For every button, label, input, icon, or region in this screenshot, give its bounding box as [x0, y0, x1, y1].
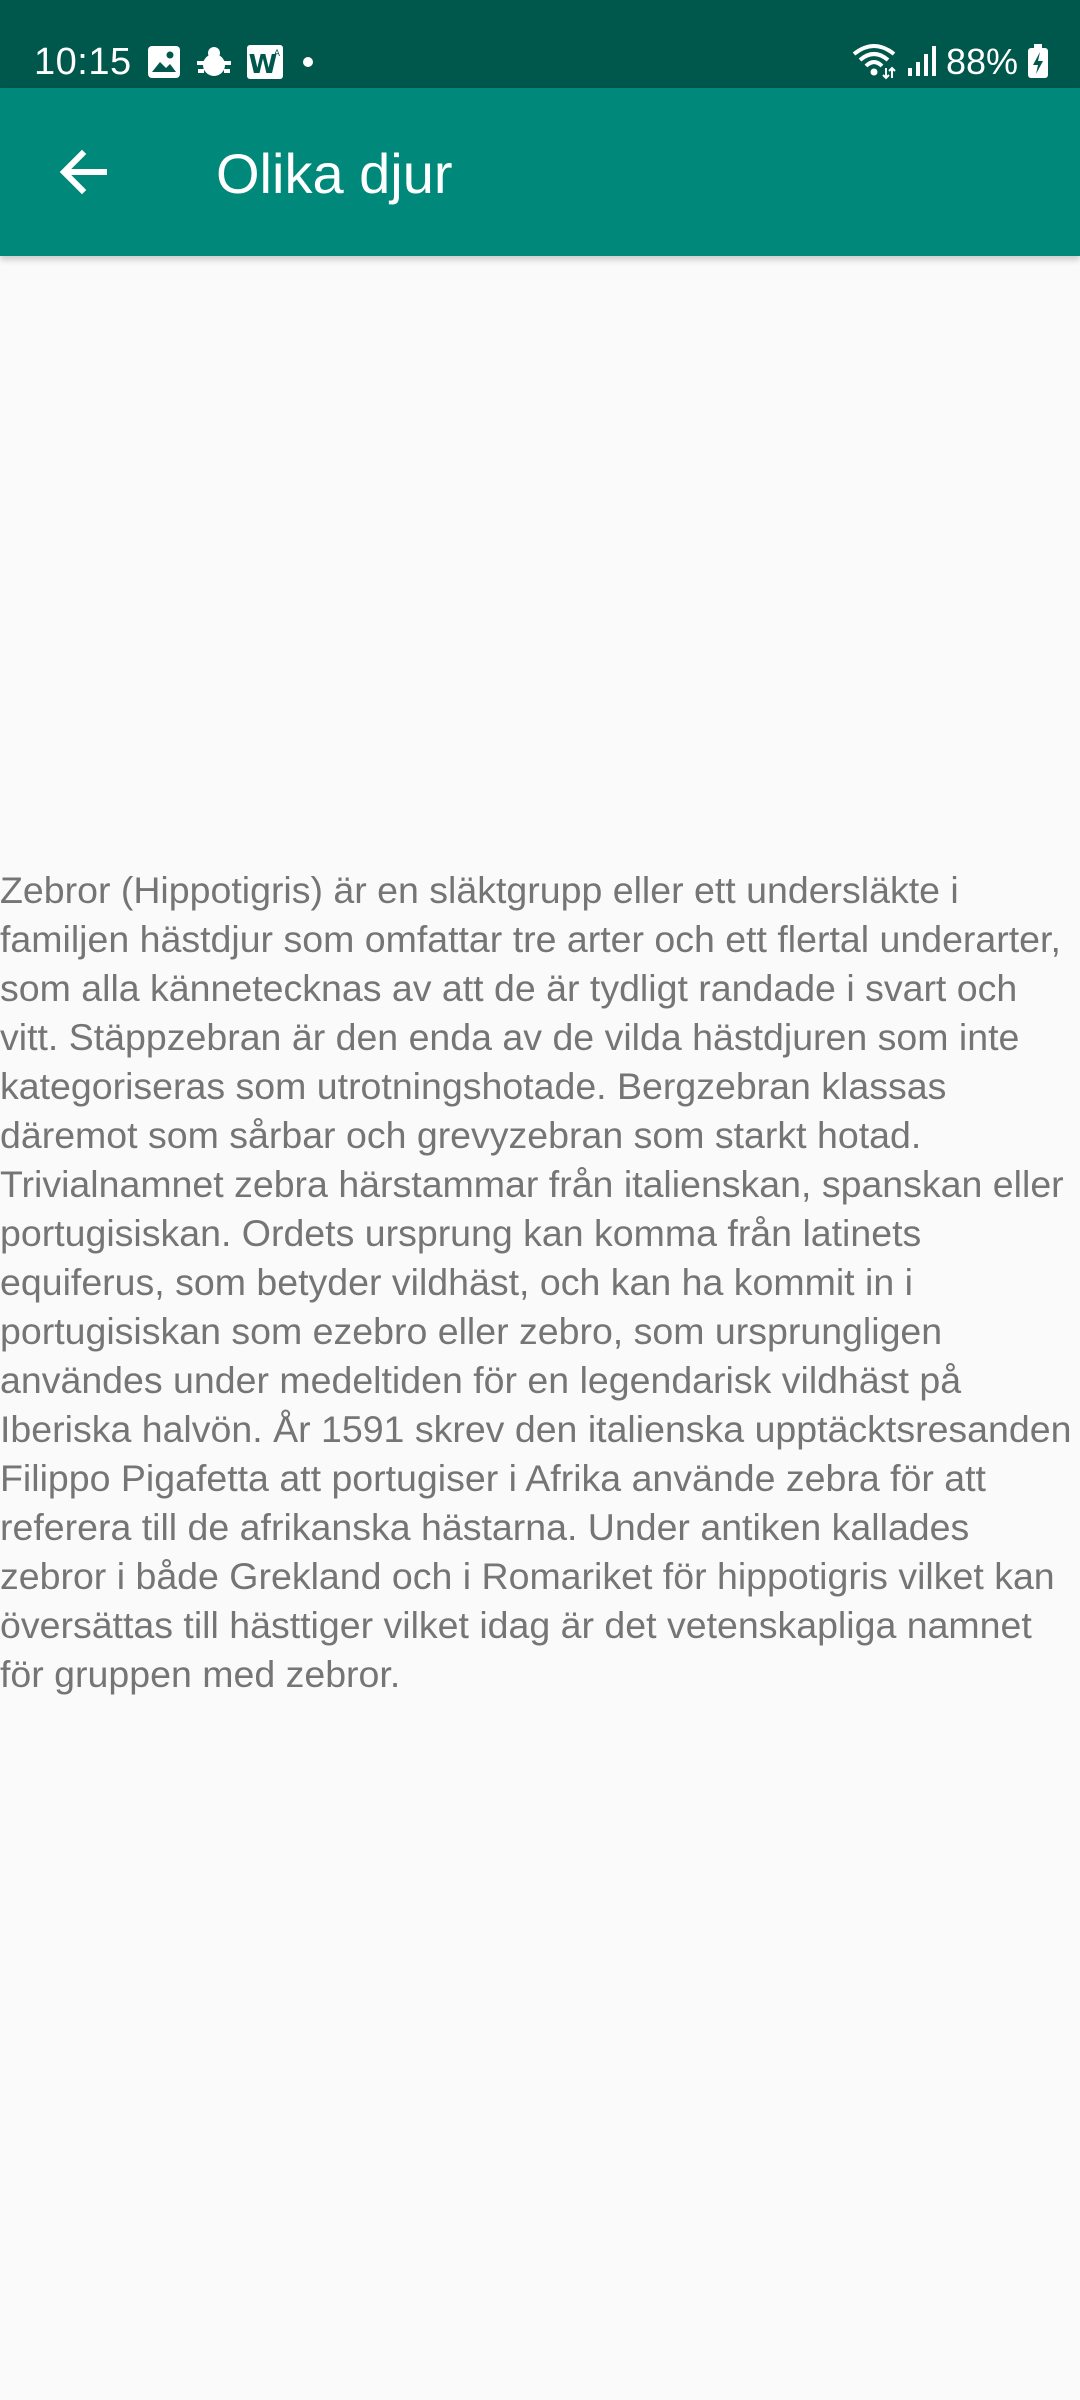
battery-percentage: 88%	[945, 41, 1018, 82]
signal-icon	[906, 40, 938, 85]
image-icon	[146, 44, 182, 80]
back-button[interactable]	[44, 124, 124, 220]
wifi-icon	[850, 40, 898, 85]
status-bar: 10:15 W A 88%	[0, 0, 1080, 88]
bug-icon	[194, 44, 234, 80]
app-bar	[0, 88, 1080, 256]
status-notification-icons: W A	[146, 42, 320, 82]
dot-icon	[296, 44, 320, 80]
svg-text:A: A	[274, 49, 281, 59]
arrow-left-icon	[59, 149, 107, 195]
battery-charging-icon	[1026, 40, 1050, 85]
status-system-icons: 88%	[850, 38, 1050, 86]
status-time: 10:15	[34, 41, 132, 83]
page-title: Olika djur	[216, 142, 453, 205]
article-text: Zebror (Hippotigris) är en släktgrupp el…	[0, 869, 1072, 1695]
w-app-icon: W A	[246, 44, 284, 80]
